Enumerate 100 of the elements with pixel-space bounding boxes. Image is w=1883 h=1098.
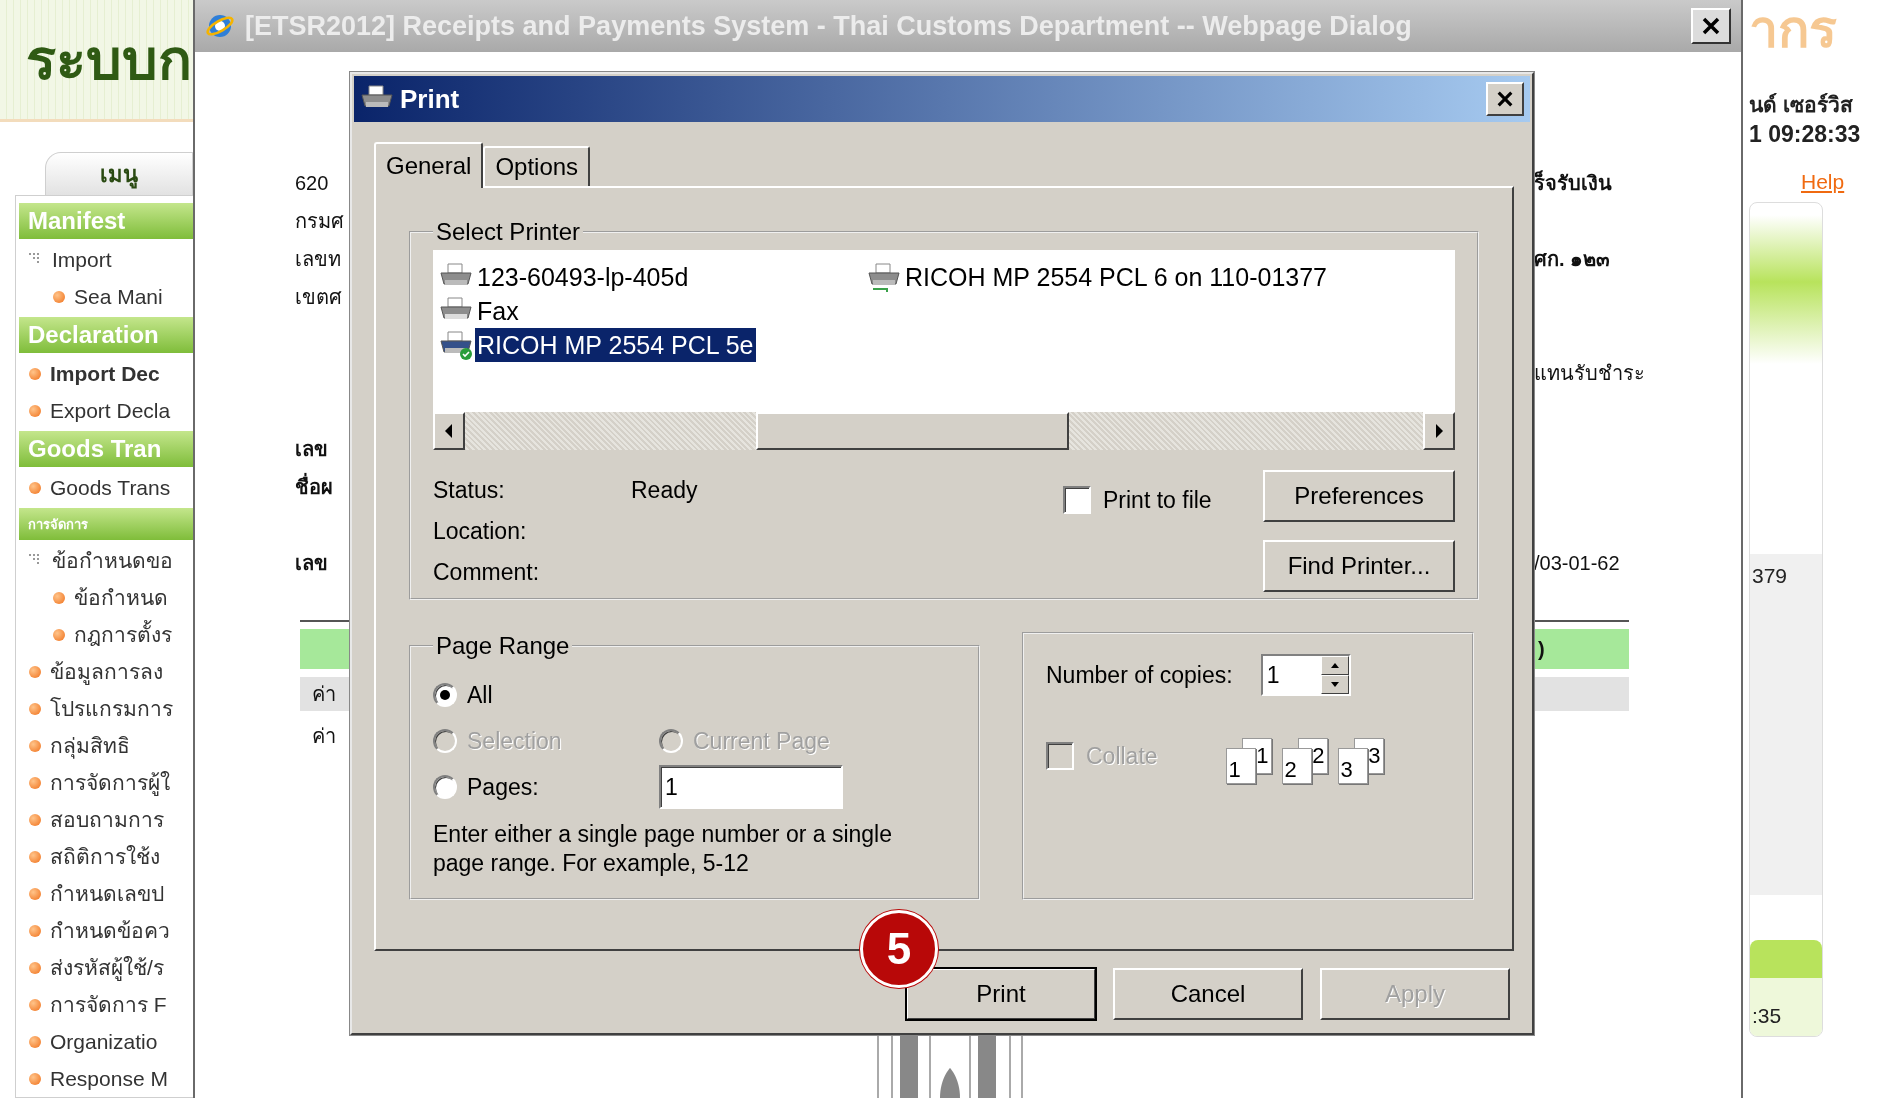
page-text: กรมศ — [295, 209, 344, 234]
panel-header — [1750, 940, 1822, 978]
close-button[interactable] — [1486, 82, 1524, 116]
menu-item[interactable]: Response M — [50, 1066, 168, 1091]
bullet-icon — [29, 887, 41, 900]
menu-folder[interactable]: ข้อกำหนดขอ — [52, 544, 173, 577]
bullet-icon — [29, 481, 41, 494]
page-sheet: 3 — [1337, 748, 1368, 784]
menu-item[interactable]: Goods Trans — [50, 475, 171, 500]
bullet-icon — [53, 290, 65, 303]
bullet-icon — [29, 813, 41, 826]
printer-name[interactable]: 123-60493-lp-405d — [475, 260, 691, 294]
menu-item[interactable]: ส่งรหัสผู้ใช้/ร — [50, 951, 164, 984]
bullet-icon — [29, 961, 41, 974]
cell-text: ค่า — [312, 682, 336, 707]
field-label: Status: — [433, 477, 506, 504]
menu-item[interactable]: โปรแกรมการ — [50, 692, 173, 725]
bullet-icon — [29, 924, 41, 937]
field-label: Number of copies: — [1046, 661, 1233, 689]
group-label: Page Range — [435, 632, 571, 660]
right-arrow-icon — [1434, 424, 1444, 438]
option-label: Pages: — [467, 773, 539, 801]
logo-text: ระบบก — [26, 27, 192, 93]
table-header — [300, 629, 350, 669]
page-text: ชื่อผ — [295, 471, 333, 503]
dialog-button[interactable]: Cancel — [1113, 968, 1303, 1020]
printer-name[interactable]: RICOH MP 2554 PCL 5e — [475, 328, 756, 362]
dialog-button[interactable]: Preferences — [1263, 470, 1455, 522]
radio-button[interactable] — [433, 775, 457, 799]
menu-item[interactable]: Export Decla — [50, 398, 171, 423]
menu-item[interactable]: กำหนดเลขป — [50, 877, 164, 910]
user-name: นด์ เซอร์วิส — [1749, 92, 1854, 118]
menu-item[interactable]: ข้อมูลการลง — [50, 655, 163, 688]
menu-item[interactable]: ข้อกำหนด — [74, 581, 168, 614]
step-badge: 5 — [860, 910, 938, 988]
page-text: แทนรับชำระ — [1534, 361, 1645, 386]
page-text: เลข — [295, 437, 328, 462]
group-label: Select Printer — [435, 218, 582, 246]
tab[interactable]: General — [374, 142, 484, 188]
menu-item[interactable]: Organizatio — [50, 1029, 158, 1054]
cell-text: ค่า — [312, 724, 336, 749]
page-text: ศก. ๑๒๓ — [1534, 247, 1611, 272]
bullet-icon — [29, 404, 41, 417]
page-text: เลข — [295, 551, 328, 576]
menu-item[interactable]: กำหนดข้อคว — [50, 914, 170, 947]
bullet-icon — [29, 739, 41, 752]
date-time: 1 09:28:33 — [1749, 121, 1862, 148]
panel-text: :35 — [1752, 1004, 1782, 1028]
network-printer-icon — [867, 262, 901, 292]
dialog-button[interactable]: Print — [906, 968, 1096, 1020]
menu-item[interactable]: การจัดการผู้ใ — [50, 766, 170, 799]
checkbox-label: Print to file — [1103, 486, 1212, 514]
bullet-icon — [29, 367, 41, 380]
page-text: /03-01-62 — [1534, 551, 1620, 575]
field-label: Location: — [433, 518, 528, 545]
bullet-icon — [29, 850, 41, 863]
printer-name[interactable]: RICOH MP 2554 PCL 6 on 110-01377 — [903, 260, 1329, 294]
bullet-icon — [53, 628, 65, 641]
page-sheet: 2 — [1281, 748, 1312, 784]
checkbox[interactable] — [1063, 486, 1091, 514]
bullet-icon — [29, 665, 41, 678]
bullet-icon — [29, 1035, 41, 1048]
menu-item[interactable]: กฎการตั้งร — [74, 618, 172, 651]
page-text: ร็จรับเงิน — [1534, 169, 1612, 196]
menu-folder[interactable]: Import — [52, 247, 112, 272]
scroll-left-button[interactable] — [433, 412, 465, 450]
status-value: Ready — [631, 477, 699, 504]
bullet-icon — [29, 1072, 41, 1085]
radio-button[interactable] — [433, 683, 457, 707]
dialog-title: Print — [400, 83, 460, 115]
header-text: ) — [1538, 637, 1545, 661]
dialog-button[interactable]: Find Printer... — [1263, 540, 1455, 592]
close-icon — [1701, 16, 1721, 36]
hint-text: Enter either a single page number or a single page range. For example, 5-12 — [433, 820, 893, 878]
menu-item[interactable]: Sea Mani — [74, 284, 163, 309]
horizontal-scrollbar[interactable] — [433, 412, 1455, 450]
printer-name[interactable]: Fax — [475, 294, 521, 328]
option-label: All — [467, 681, 493, 709]
menu-item[interactable]: กลุ่มสิทธิ — [50, 729, 130, 762]
left-arrow-icon — [444, 424, 454, 438]
page-text: 620 — [295, 171, 329, 195]
menu-item[interactable]: สถิติการใช้ง — [50, 840, 160, 873]
menu-item[interactable]: สอบถามการ — [50, 803, 164, 836]
bullet-icon — [29, 776, 41, 789]
menu-tab[interactable]: เมนู — [45, 152, 193, 195]
page-sheet: 1 — [1225, 748, 1256, 784]
pages-field[interactable]: 1 — [659, 765, 843, 809]
page-text: เขตศ — [295, 285, 342, 310]
scrollbar-thumb[interactable] — [756, 412, 1069, 450]
menu-item[interactable]: Import Dec — [50, 361, 160, 386]
window-title: [ETSR2012] Receipts and Payments System - Thai Customs Department -- Webpage Dialog — [245, 10, 1412, 42]
scroll-right-button[interactable] — [1423, 412, 1455, 450]
printer-check-icon — [439, 330, 473, 360]
tab[interactable]: Options — [483, 146, 591, 186]
bullet-icon — [29, 998, 41, 1011]
menu-item[interactable]: การจัดการ F — [50, 988, 167, 1021]
page-text: เลขท — [295, 247, 341, 272]
bullet-icon — [53, 591, 65, 604]
close-button[interactable] — [1691, 8, 1731, 44]
field-label: Comment: — [433, 559, 541, 586]
